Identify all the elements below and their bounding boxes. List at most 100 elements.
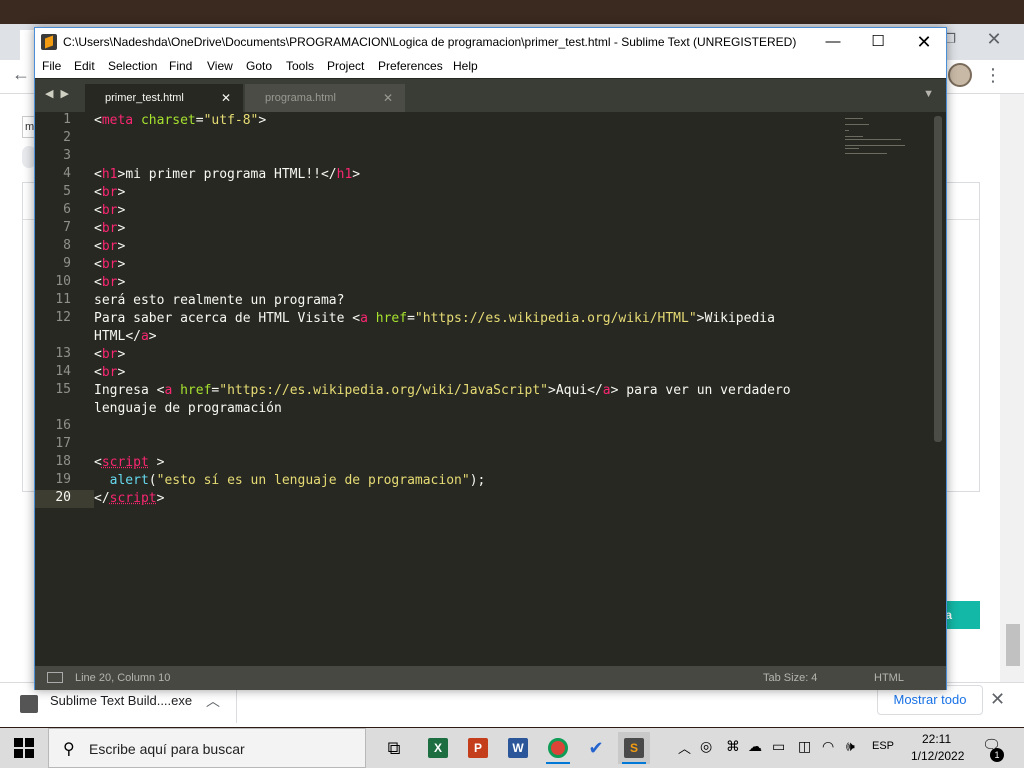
menu-goto[interactable]: Goto <box>246 59 272 73</box>
minimap-line <box>845 118 863 119</box>
line-number: 19 <box>55 472 71 487</box>
sublime-window: C:\Users\Nadeshda\OneDrive\Documents\PRO… <box>34 27 947 690</box>
volume-icon[interactable]: 🕪 <box>846 738 855 755</box>
edge-icon[interactable]: ◎ <box>700 738 712 755</box>
minimize-icon[interactable]: — <box>810 28 856 56</box>
line-number: 6 <box>63 202 71 217</box>
syntax-selector[interactable]: HTML <box>874 672 904 684</box>
tab-close-icon[interactable]: ✕ <box>221 84 231 112</box>
close-icon[interactable]: ✕ <box>901 28 947 56</box>
powerpoint-icon[interactable]: P <box>462 732 494 764</box>
back-arrow-icon[interactable]: ← <box>12 64 30 85</box>
minimap-line <box>845 139 901 140</box>
minimap-line <box>845 153 887 154</box>
network-icon[interactable]: ◫ <box>798 738 811 755</box>
tab-size-selector[interactable]: Tab Size: 4 <box>763 672 817 684</box>
code-line: lenguaje de programación <box>94 401 282 416</box>
menu-selection[interactable]: Selection <box>108 59 157 73</box>
cloud-icon[interactable]: ☁ <box>748 738 762 755</box>
taskbar-search-box[interactable]: ⚲ Escribe aquí para buscar <box>48 728 366 768</box>
tab-programa[interactable]: programa.html ✕ <box>245 84 405 112</box>
code-line: será esto realmente un programa? <box>94 293 345 308</box>
profile-avatar[interactable] <box>948 63 972 87</box>
code-line: Para saber acerca de HTML Visite <a href… <box>94 311 775 326</box>
word-icon[interactable]: W <box>502 732 534 764</box>
wifi-icon[interactable]: ◠ <box>822 738 834 755</box>
line-number: 1 <box>63 112 71 127</box>
code-line: <br> <box>94 257 126 272</box>
todo-check-icon[interactable]: ✔ <box>580 732 612 764</box>
window-title: C:\Users\Nadeshda\OneDrive\Documents\PRO… <box>63 35 797 49</box>
download-divider <box>236 687 237 723</box>
menu-preferences[interactable]: Preferences <box>378 59 443 73</box>
line-gutter: 1 2 3 4 5 6 7 8 9 10 11 12 13 14 15 16 17 18 19 20 <box>35 112 83 666</box>
code-editor[interactable]: 1 2 3 4 5 6 7 8 9 10 11 12 13 14 15 16 17 18 19 20 <meta ch… <box>35 112 946 666</box>
browser-scrollbar[interactable] <box>1000 94 1024 682</box>
menu-edit[interactable]: Edit <box>74 59 95 73</box>
chrome-icon[interactable] <box>542 732 574 764</box>
line-number: 11 <box>55 292 71 307</box>
line-number: 3 <box>63 148 71 163</box>
editor-scrollbar[interactable] <box>934 116 942 656</box>
menu-tools[interactable]: Tools <box>286 59 314 73</box>
line-number: 20 <box>55 490 71 505</box>
browser-menu-icon[interactable]: ⋮ <box>984 64 1002 86</box>
menu-project[interactable]: Project <box>327 59 364 73</box>
excel-icon[interactable]: X <box>422 732 454 764</box>
code-line: <br> <box>94 221 126 236</box>
code-line: alert("esto sí es un lenguaje de program… <box>109 473 486 488</box>
code-line: <br> <box>94 365 126 380</box>
clock-time[interactable]: 22:11 <box>922 732 951 746</box>
line-number: 15 <box>55 382 71 397</box>
browser-scroll-thumb[interactable] <box>1006 624 1020 666</box>
code-line: <br> <box>94 203 126 218</box>
menu-file[interactable]: File <box>42 59 61 73</box>
menu-view[interactable]: View <box>207 59 233 73</box>
minimap-line <box>845 148 859 149</box>
language-indicator[interactable]: ESP <box>872 740 894 752</box>
windows-start-icon[interactable] <box>14 738 34 758</box>
minimap-line <box>845 136 863 137</box>
line-number: 4 <box>63 166 71 181</box>
display-icon[interactable]: ▭ <box>772 738 785 755</box>
line-number: 13 <box>55 346 71 361</box>
chevron-up-icon[interactable]: ︿ <box>206 691 220 711</box>
menu-help[interactable]: Help <box>453 59 478 73</box>
code-line: <br> <box>94 239 126 254</box>
line-number: 18 <box>55 454 71 469</box>
installer-file-icon <box>20 695 38 713</box>
close-download-bar-icon[interactable]: ✕ <box>990 689 1005 710</box>
tab-primer-test[interactable]: primer_test.html ✕ <box>85 84 243 112</box>
line-number: 2 <box>63 130 71 145</box>
windows-taskbar: ⚲ Escribe aquí para buscar ⧉ X P W ✔ S ︿… <box>0 728 1024 768</box>
menu-find[interactable]: Find <box>169 59 192 73</box>
line-number: 5 <box>63 184 71 199</box>
download-filename[interactable]: Sublime Text Build....exe <box>50 693 192 708</box>
task-view-icon[interactable]: ⧉ <box>378 732 410 764</box>
line-number: 14 <box>55 364 71 379</box>
tab-nav-arrows-icon[interactable]: ◀ ▶ <box>45 87 71 100</box>
clock-date[interactable]: 1/12/2022 <box>911 749 964 763</box>
editor-scroll-thumb[interactable] <box>934 116 942 442</box>
meet-icon[interactable]: ⌘ <box>726 738 740 755</box>
minimap[interactable] <box>845 116 905 156</box>
tab-bar: ◀ ▶ primer_test.html ✕ programa.html ✕ ▼ <box>35 79 946 112</box>
tab-dropdown-icon[interactable]: ▼ <box>923 88 934 100</box>
panel-toggle-icon[interactable] <box>47 672 63 683</box>
menu-bar: File Edit Selection Find View Goto Tools… <box>35 56 946 78</box>
sublime-taskbar-icon[interactable]: S <box>618 732 650 764</box>
code-line: <meta charset="utf-8"> <box>94 113 267 128</box>
maximize-icon[interactable]: ☐ <box>855 28 901 56</box>
code-line: </script> <box>94 491 165 506</box>
tab-close-icon[interactable]: ✕ <box>383 84 393 112</box>
line-number: 8 <box>63 238 71 253</box>
notification-badge: 1 <box>990 748 1004 762</box>
status-bar: Line 20, Column 10 Tab Size: 4 HTML <box>35 666 946 690</box>
search-placeholder: Escribe aquí para buscar <box>89 741 245 757</box>
line-number: 10 <box>55 274 71 289</box>
browser-close-icon[interactable]: ✕ <box>982 24 1006 54</box>
window-titlebar[interactable]: C:\Users\Nadeshda\OneDrive\Documents\PRO… <box>35 28 946 56</box>
chevron-up-icon[interactable]: ︿ <box>678 738 691 757</box>
search-icon: ⚲ <box>63 741 75 758</box>
line-number: 12 <box>55 310 71 325</box>
